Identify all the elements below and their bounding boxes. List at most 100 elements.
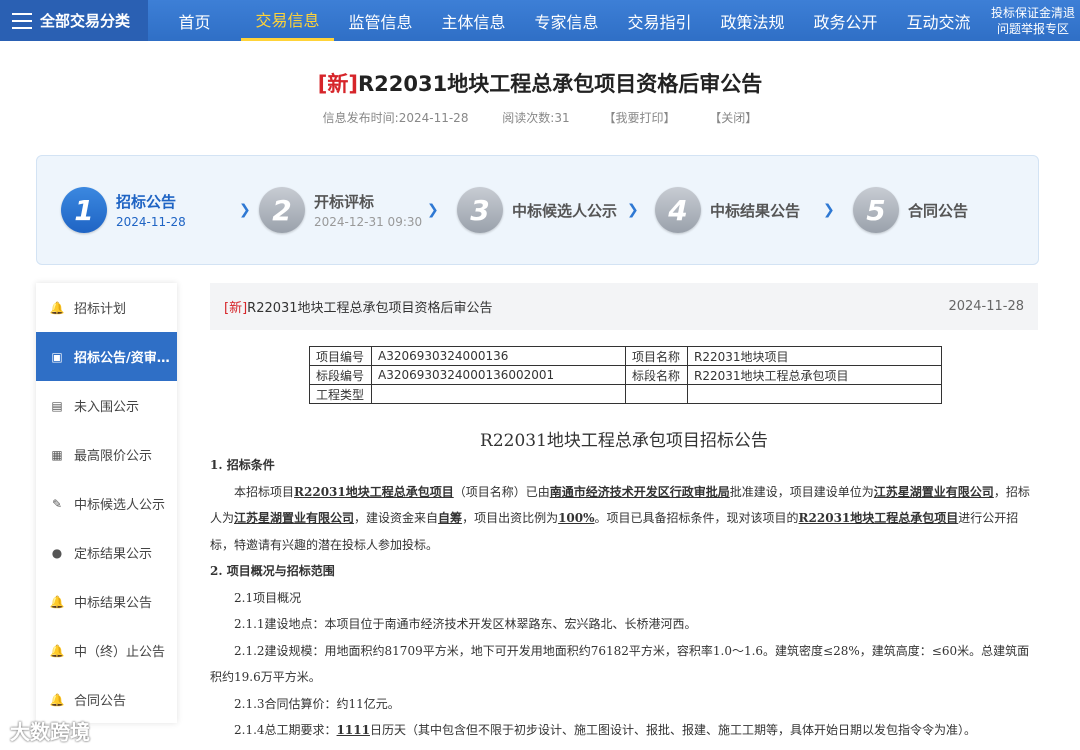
nav-expert-info[interactable]: 专家信息	[520, 0, 613, 41]
report-zone-label: 问题举报专区	[996, 21, 1069, 36]
project-info-table: 项目编号 A3206930324000136 项目名称 R22031地块项目 标…	[309, 346, 942, 404]
deposit-refund-link[interactable]: 投标保证金清退 问题举报专区	[986, 0, 1080, 41]
nav-interaction[interactable]: 互动交流	[892, 0, 985, 41]
bell-icon: 🔔	[49, 300, 65, 315]
fund-source: 自筹	[438, 511, 463, 525]
paragraph: 2.1.3合同估算价：约11亿元。	[234, 696, 400, 711]
nav-home[interactable]: 首页	[148, 0, 241, 41]
paragraph: 2.1.4总工期要求：1111日历天（其中包含但不限于初步设计、施工图设计、报批…	[210, 717, 1038, 744]
sidebar-item-label: 招标计划	[74, 302, 127, 317]
table-cell: R22031地块工程总承包项目	[687, 365, 942, 385]
sidebar-item-label: 未入围公示	[74, 400, 140, 415]
close-link[interactable]: 【关闭】	[709, 111, 757, 125]
table-cell	[625, 384, 688, 404]
text: 日历天（其中包含但不限于初步设计、施工图设计、报批、报建、施工工期等，具体开始日…	[369, 723, 976, 737]
paragraph: 2.1.2建设规模：用地面积约81709平方米，地下可开发用地面积约76182平…	[210, 643, 1030, 685]
bell-icon: 🔔	[49, 692, 65, 707]
step-label: 中标结果公告	[710, 201, 801, 220]
sidebar-item-label: 中标候选人公示	[74, 498, 166, 513]
top-nav: 全部交易分类 首页 交易信息 监管信息 主体信息 专家信息 交易指引 政策法规 …	[0, 0, 1080, 41]
section-heading: 2. 项目概况与招标范围	[210, 564, 335, 578]
project-name: R22031地块工程总承包项目	[294, 484, 454, 499]
table-cell: 标段编号	[309, 365, 372, 385]
text: 2.1.4总工期要求：	[234, 723, 337, 737]
sidebar-item-label: 中标结果公告	[74, 596, 153, 611]
all-categories-label: 全部交易分类	[40, 12, 131, 30]
nav-supervision[interactable]: 监管信息	[334, 0, 427, 41]
chevron-right-icon: ❯	[627, 202, 639, 218]
document-icon: ▣	[51, 349, 63, 364]
table-cell	[371, 384, 626, 404]
table-cell: 工程类型	[309, 384, 372, 404]
sidebar-item-award-decision[interactable]: ● 定标结果公示	[36, 528, 177, 577]
step-label: 开标评标	[314, 193, 375, 211]
nav-trade-guide[interactable]: 交易指引	[613, 0, 706, 41]
table-cell	[687, 384, 942, 404]
sidebar-item-bid-plan[interactable]: 🔔 招标计划	[36, 283, 177, 332]
deposit-refund-label: 投标保证金清退	[990, 5, 1075, 20]
step-4[interactable]: 4 中标结果公告	[655, 186, 800, 234]
table-row: 项目编号 A3206930324000136 项目名称 R22031地块项目	[309, 346, 942, 366]
step-1[interactable]: 1 招标公告 2024-11-28	[61, 186, 186, 234]
nav-gov-affairs[interactable]: 政务公开	[799, 0, 892, 41]
document-body: 1. 招标条件 本招标项目R22031地块工程总承包项目（项目名称）已由南通市经…	[210, 452, 1038, 744]
section-heading: 1. 招标条件	[210, 458, 275, 472]
content-header-title: R22031地块工程总承包项目资格后审公告	[247, 301, 493, 316]
read-count: 阅读次数:31	[502, 111, 570, 125]
menu-icon	[12, 12, 32, 29]
table-cell: A3206930324000136002001	[371, 365, 626, 385]
text: 批准建设，项目建设单位为	[729, 484, 874, 499]
chevron-right-icon: ❯	[239, 202, 251, 218]
nav-subject-info[interactable]: 主体信息	[427, 0, 520, 41]
sidebar-item-not-shortlisted[interactable]: ▤ 未入围公示	[36, 381, 177, 430]
document-title: R22031地块工程总承包项目招标公告	[480, 431, 768, 451]
text: ，项目出资比例为	[462, 511, 559, 525]
text: 本招标项目	[234, 484, 295, 499]
sidebar-item-label: 招标公告/资审…	[74, 351, 170, 366]
step-number: 1	[61, 187, 107, 233]
step-number: 5	[853, 187, 899, 233]
sidebar-item-label: 合同公告	[74, 694, 127, 709]
step-5[interactable]: 5 合同公告	[853, 186, 968, 234]
sidebar-item-candidates[interactable]: ✎ 中标候选人公示	[36, 479, 177, 528]
edit-icon: ✎	[51, 496, 63, 511]
step-number: 2	[259, 187, 305, 233]
text: 。项目已具备招标条件，现对该项目的	[594, 511, 799, 525]
money-icon: ▦	[51, 447, 63, 462]
new-tag: [新]	[224, 301, 248, 316]
step-date: 2024-12-31 09:30	[314, 215, 423, 229]
step-2[interactable]: 2 开标评标 2024-12-31 09:30	[259, 186, 422, 234]
sidebar-item-label: 定标结果公示	[74, 547, 153, 562]
sidebar-item-award-result[interactable]: 🔔 中标结果公告	[36, 577, 177, 626]
content-header-date: 2024-11-28	[948, 299, 1024, 314]
approval-authority: 南通市经济技术开发区行政审批局	[549, 484, 730, 499]
chevron-right-icon: ❯	[823, 202, 835, 218]
table-row: 标段编号 A3206930324000136002001 标段名称 R22031…	[309, 365, 942, 385]
table-cell: 项目编号	[309, 346, 372, 366]
nav-policy[interactable]: 政策法规	[706, 0, 799, 41]
step-number: 4	[655, 187, 701, 233]
title-text: R22031地块工程总承包项目资格后审公告	[357, 72, 763, 96]
duration-days: 1111	[336, 723, 370, 737]
sidebar: 🔔 招标计划 ▣ 招标公告/资审… ▤ 未入围公示 ▦ 最高限价公示 ✎ 中标候选人公示 …	[36, 283, 177, 723]
nav-trade-info[interactable]: 交易信息	[241, 0, 334, 41]
sidebar-item-label: 最高限价公示	[74, 449, 153, 464]
step-date: 2024-11-28	[116, 215, 186, 229]
step-label: 合同公告	[908, 201, 969, 220]
sidebar-item-termination[interactable]: 🔔 中（终）止公告	[36, 626, 177, 675]
watermark-logo: 大数跨境	[10, 720, 90, 744]
paragraph: 2.1项目概况	[234, 590, 302, 605]
bell-icon: 🔔	[49, 594, 65, 609]
sidebar-item-max-price[interactable]: ▦ 最高限价公示	[36, 430, 177, 479]
publish-date: 信息发布时间:2024-11-28	[322, 111, 469, 125]
sidebar-item-bid-notice[interactable]: ▣ 招标公告/资审…	[36, 332, 177, 381]
step-3[interactable]: 3 中标候选人公示	[457, 186, 617, 234]
process-steps: 1 招标公告 2024-11-28 ❯ 2 开标评标 2024-12-31 09:3…	[36, 155, 1039, 265]
text: （项目名称）已由	[453, 484, 550, 499]
all-categories-button[interactable]: 全部交易分类	[0, 0, 148, 41]
table-cell: 标段名称	[625, 365, 688, 385]
paragraph: 本招标项目R22031地块工程总承包项目（项目名称）已由南通市经济技术开发区行政…	[210, 479, 1038, 559]
print-link[interactable]: 【我要打印】	[603, 111, 675, 125]
table-cell: A3206930324000136	[371, 346, 626, 366]
project-name: R22031地块工程总承包项目	[798, 511, 959, 525]
